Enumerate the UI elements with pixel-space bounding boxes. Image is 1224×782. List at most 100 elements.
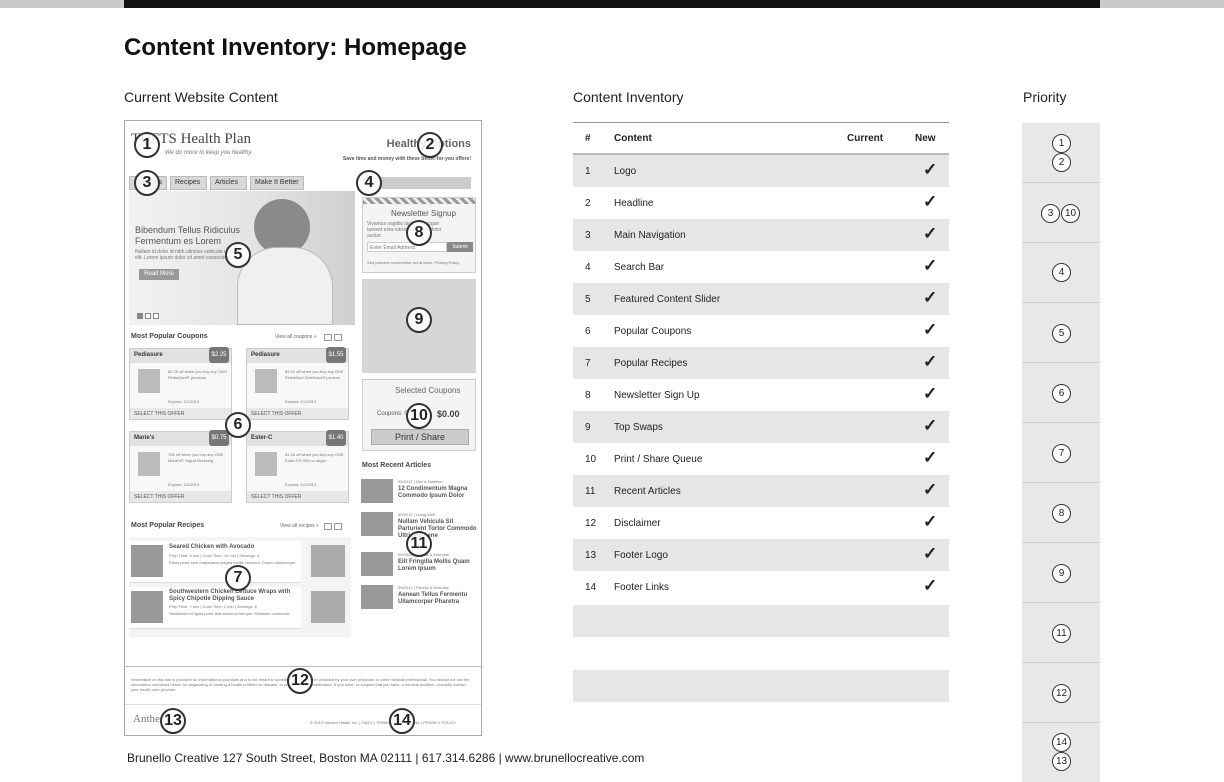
newsletter-submit-button[interactable]: Submit [447, 242, 473, 252]
coupon-price: $0.75 [209, 430, 229, 446]
row-num: 9 [585, 422, 591, 433]
row-content: Search Bar [614, 262, 665, 273]
header-new: New [915, 133, 936, 144]
check-icon: ✓ [923, 512, 938, 531]
article-meta: 09/2012 | Living Well [398, 512, 435, 517]
priority-cell: 14 13 [1022, 723, 1100, 782]
recipe-thumbnail-peek [311, 591, 345, 623]
callout-badge: 4 [356, 170, 382, 196]
priority-cell: 9 [1022, 543, 1100, 603]
slider-dot-3[interactable] [153, 313, 159, 319]
priority-number: 2 [1052, 153, 1071, 172]
check-icon: ✓ [923, 192, 938, 211]
priority-cell: 8 [1022, 483, 1100, 543]
table-row: 2 Headline ✓ [573, 187, 949, 219]
row-num: 11 [585, 486, 596, 497]
header-num: # [585, 133, 591, 144]
coupon-card[interactable]: Pediasure $1.55 $1.00 off when you buy a… [246, 347, 349, 420]
page-title: Content Inventory: Homepage [124, 34, 467, 61]
coupon-select[interactable]: SELECT THIS OFFER [130, 491, 231, 502]
priority-number: 5 [1052, 324, 1071, 343]
mock-nav-tab-recipes[interactable]: Recipes [170, 176, 207, 190]
empty-row [573, 670, 949, 702]
header-content: Content [614, 133, 652, 144]
priority-label: Priority [1023, 89, 1067, 105]
check-icon: ✓ [923, 416, 938, 435]
row-num: 5 [585, 294, 591, 305]
coupon-card[interactable]: Ester-C $1.40 $1.40 off when you buy any… [246, 430, 349, 503]
coupon-select[interactable]: SELECT THIS OFFER [130, 408, 231, 419]
coupon-product-image [255, 452, 277, 476]
table-row: 9 Top Swaps ✓ [573, 411, 949, 443]
slider-dot-1[interactable] [137, 313, 143, 319]
recipe-meta: Prep Time: 5 min | Cook Time: 10 min | S… [169, 553, 260, 558]
table-row: 12 Disclaimer ✓ [573, 507, 949, 539]
coupon-price: $2.25 [209, 347, 229, 363]
mock-footer-links[interactable]: © 2012 Unicorn Health Inc. | FAQ'S | TER… [310, 720, 456, 726]
article-title[interactable]: Elit Fringilla Mollis Quam Lorem Ipsum [398, 559, 478, 573]
callout-badge: 5 [225, 242, 251, 268]
recipes-next-icon[interactable] [334, 523, 342, 530]
check-icon: ✓ [923, 384, 938, 403]
coupon-select[interactable]: SELECT THIS OFFER [247, 408, 348, 419]
recipe-item[interactable]: Seared Chicken with Avocado Prep Time: 5… [129, 541, 301, 583]
coupons-prev-icon[interactable] [324, 334, 332, 341]
priority-cell: 11 [1022, 603, 1100, 663]
check-icon: ✓ [923, 256, 938, 275]
row-content: Popular Coupons [614, 326, 692, 337]
callout-badge: 2 [417, 132, 443, 158]
row-content: Headline [614, 198, 654, 209]
mock-nav-tab-articles[interactable]: Articles [210, 176, 247, 190]
coupons-view-all-link[interactable]: View all coupons » [275, 334, 317, 340]
coupon-product-image [255, 369, 277, 393]
selected-coupons-total: $0.00 [437, 409, 460, 419]
row-num: 10 [585, 454, 597, 465]
row-num: 14 [585, 582, 597, 593]
slider-dot-2[interactable] [145, 313, 151, 319]
hero-read-more-button[interactable]: Read More [139, 269, 179, 280]
recipe-title[interactable]: Southwestern Chicken Lettuce Wraps with … [169, 589, 297, 603]
recipes-prev-icon[interactable] [324, 523, 332, 530]
table-row: 1 Logo ✓ [573, 155, 949, 187]
priority-number: 3 [1041, 204, 1060, 223]
empty-row [573, 605, 949, 637]
mock-nav-tab-make-it-better[interactable]: Make It Better [250, 176, 304, 190]
coupons-next-icon[interactable] [334, 334, 342, 341]
table-row: 5 Featured Content Slider ✓ [573, 283, 949, 315]
newsletter-email-input[interactable]: Enter Email Address [367, 242, 447, 252]
priority-cell: 1 2 [1022, 123, 1100, 183]
header-current: Current [847, 133, 884, 144]
article-item[interactable]: 09/2012 | Diet & Nutrition 12 Condimentu… [361, 479, 477, 507]
mock-header-sub: Save time and money with these better-fo… [342, 156, 471, 162]
recipe-title[interactable]: Seared Chicken with Avocado [169, 544, 254, 550]
article-title[interactable]: 12 Condimentum Magna Commodo Ipsum Dolor [398, 486, 478, 500]
row-content: Disclaimer [614, 518, 661, 529]
callout-badge: 6 [225, 412, 251, 438]
hero-person-body [237, 247, 333, 325]
row-num: 1 [585, 166, 591, 177]
print-share-button[interactable]: Print / Share [371, 429, 469, 445]
priority-number: 11 [1052, 624, 1071, 643]
article-thumbnail [361, 479, 393, 503]
coupon-card[interactable]: Marie's $0.75 75¢ off when you buy any O… [129, 430, 232, 503]
priority-number: 14 [1052, 733, 1071, 752]
article-item[interactable]: 09/2012 | Fitness & Exercise Aenean Tell… [361, 585, 477, 613]
article-title[interactable]: Aenean Tellus Fermentu Ullamcorper Phare… [398, 592, 478, 606]
priority-number: 8 [1052, 504, 1071, 523]
priority-cell: 7 [1022, 423, 1100, 483]
recipe-item[interactable]: Southwestern Chicken Lettuce Wraps with … [129, 587, 301, 629]
row-content: Newsletter Sign Up [614, 390, 700, 401]
recipes-view-all-link[interactable]: View all recipes » [280, 523, 319, 529]
row-num: 12 [585, 518, 597, 529]
row-content: Print / Share Queue [614, 454, 703, 465]
article-thumbnail [361, 585, 393, 609]
row-num: 3 [585, 230, 591, 241]
inventory-header-row: # Content Current New [573, 130, 949, 152]
article-thumbnail [361, 512, 393, 536]
coupon-select[interactable]: SELECT THIS OFFER [247, 491, 348, 502]
recipe-thumbnail-peek [311, 545, 345, 577]
coupon-card[interactable]: Pediasure $2.25 $2.25 off when you buy a… [129, 347, 232, 420]
inventory-top-rule [573, 122, 949, 123]
recipe-thumbnail [131, 545, 163, 577]
row-num: 8 [585, 390, 591, 401]
